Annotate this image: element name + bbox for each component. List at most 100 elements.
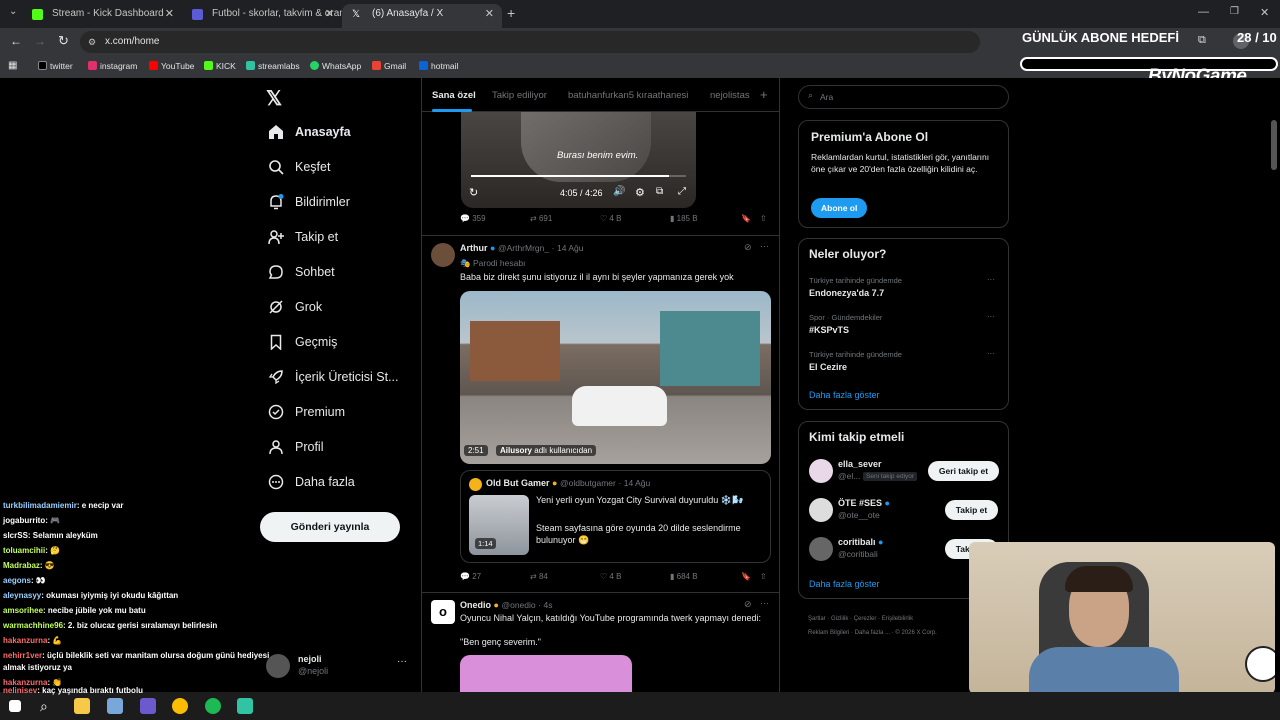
streamlabs-icon bbox=[246, 61, 255, 70]
bookmark-youtube[interactable]: YouTube bbox=[149, 61, 194, 71]
follow-back-button[interactable]: Geri takip et bbox=[928, 461, 999, 481]
more-dots-icon[interactable]: ··· bbox=[760, 598, 769, 608]
trend-item[interactable]: Spor · Gündemdekiler #KSPvTS ··· bbox=[799, 310, 1008, 344]
post-image[interactable] bbox=[460, 655, 632, 692]
bookmark-instagram[interactable]: instagram bbox=[88, 61, 137, 71]
bookmark-icon[interactable]: 🔖 bbox=[741, 572, 751, 581]
window-close-icon[interactable]: ✕ bbox=[1260, 6, 1269, 19]
post-onedio[interactable]: o Onedio ● @onedio · 4s ⊘ ··· Oyuncu Nih… bbox=[422, 593, 779, 692]
minimize-icon[interactable]: — bbox=[1198, 6, 1209, 18]
site-info-icon[interactable]: ⚙ bbox=[88, 31, 96, 53]
more-dots-icon[interactable]: ··· bbox=[760, 241, 769, 251]
video-time-badge: 2:51 bbox=[464, 445, 488, 456]
url-input[interactable]: ⚙ x.com/home bbox=[80, 31, 980, 53]
chat-message: slcrSS: Selamın aleyküm bbox=[3, 531, 98, 540]
views-button[interactable]: ▮ 185 B bbox=[670, 214, 698, 223]
reply-button[interactable]: 💬 27 bbox=[460, 572, 481, 581]
repost-button[interactable]: ⇄ 691 bbox=[530, 214, 552, 223]
quoted-post[interactable]: Old But Gamer ● @oldbutgamer · 14 Ağu 1:… bbox=[460, 470, 771, 563]
bookmark-whatsapp[interactable]: WhatsApp bbox=[310, 61, 361, 71]
forward-icon[interactable]: → bbox=[34, 34, 46, 48]
close-icon[interactable]: ✕ bbox=[485, 4, 494, 24]
bookmark-streamlabs[interactable]: streamlabs bbox=[246, 61, 300, 71]
new-tab-icon[interactable]: + bbox=[507, 5, 515, 21]
bookmark-gmail[interactable]: Gmail bbox=[372, 61, 406, 71]
subscribe-button[interactable]: Abone ol bbox=[811, 198, 868, 218]
post-video[interactable]: 2:51 Ailusory adlı kullanıcıdan bbox=[460, 291, 771, 464]
fullscreen-icon[interactable]: ⤢ bbox=[678, 186, 686, 197]
share-icon[interactable]: ⇧ bbox=[760, 572, 767, 581]
show-more-follow-link[interactable]: Daha fazla göster bbox=[809, 579, 880, 589]
post-actions: 💬 359 ⇄ 691 ♡ 4 B ▮ 185 B 🔖 ⇧ bbox=[422, 214, 779, 228]
tab-list-nejolistas[interactable]: nejolistas bbox=[710, 90, 750, 101]
more-dots-icon[interactable]: ··· bbox=[987, 275, 995, 284]
restore-icon[interactable]: ❐ bbox=[1230, 6, 1239, 17]
extensions-icon[interactable]: ⧉ bbox=[1198, 34, 1206, 47]
footer-link[interactable]: Çerezler bbox=[854, 616, 877, 622]
add-tab-icon[interactable]: + bbox=[760, 87, 768, 102]
app-icon[interactable] bbox=[140, 698, 156, 714]
bookmark-twitter[interactable]: twitter bbox=[38, 61, 73, 71]
windows-start-icon[interactable] bbox=[9, 700, 21, 712]
taskbar-search-icon[interactable]: ⌕ bbox=[40, 698, 56, 714]
bookmark-kick[interactable]: KICK bbox=[204, 61, 236, 71]
subscriber-goal-count: 28 / 10 bbox=[1237, 30, 1277, 45]
pip-icon[interactable]: ⧉ bbox=[656, 186, 663, 197]
tab-search-icon[interactable]: ⌄ bbox=[9, 6, 17, 17]
trend-item[interactable]: Türkiye tarihinde gündemde El Cezire ··· bbox=[799, 347, 1008, 381]
reply-button[interactable]: 💬 359 bbox=[460, 214, 486, 223]
x-logo-icon[interactable]: 𝕏 bbox=[266, 86, 282, 111]
tab-following[interactable]: Takip ediliyor bbox=[492, 90, 547, 101]
reload-icon[interactable]: ↻ bbox=[58, 33, 69, 49]
like-button[interactable]: ♡ 4 B bbox=[600, 214, 621, 223]
bookmark-icon[interactable]: 🔖 bbox=[741, 214, 751, 223]
back-icon[interactable]: ← bbox=[10, 34, 22, 48]
grok-icon[interactable]: ⊘ bbox=[744, 599, 752, 610]
more-dots-icon[interactable]: ··· bbox=[987, 312, 995, 321]
share-icon[interactable]: ⇧ bbox=[760, 214, 767, 223]
tab-title: Stream - Kick Dashboard bbox=[52, 8, 164, 19]
page-scrollbar[interactable] bbox=[1271, 120, 1277, 170]
apps-grid-icon[interactable]: ▦ bbox=[8, 60, 17, 71]
more-dots-icon[interactable]: ··· bbox=[987, 349, 995, 358]
settings-icon[interactable]: ⚙ bbox=[635, 186, 645, 199]
tab-list-kiraathane[interactable]: batuhanfurkan5 kıraathanesi bbox=[568, 90, 688, 101]
tab-for-you[interactable]: Sana özel bbox=[432, 90, 476, 101]
reply-icon: 💬 bbox=[460, 572, 470, 581]
show-more-trends-link[interactable]: Daha fazla göster bbox=[809, 390, 880, 400]
footer-link[interactable]: Reklam Bilgileri bbox=[808, 630, 849, 636]
volume-icon[interactable]: 🔊 bbox=[613, 186, 625, 197]
tab-x-home[interactable]: 𝕏 (6) Anasayfa / X ✕ bbox=[342, 4, 502, 28]
replay-icon[interactable]: ↻ bbox=[469, 186, 478, 199]
like-button[interactable]: ♡ 4 B bbox=[600, 572, 621, 581]
footer-link[interactable]: Şartlar bbox=[808, 616, 826, 622]
close-icon[interactable]: ✕ bbox=[165, 4, 174, 24]
trend-item[interactable]: Türkiye tarihinde gündemde Endonezya'da … bbox=[799, 273, 1008, 307]
grok-icon bbox=[269, 300, 283, 314]
close-icon[interactable]: ✕ bbox=[325, 4, 334, 24]
bookmark-hotmail[interactable]: hotmail bbox=[419, 61, 458, 71]
views-button[interactable]: ▮ 684 B bbox=[670, 572, 698, 581]
video-progress[interactable] bbox=[471, 175, 686, 177]
follow-button[interactable]: Takip et bbox=[945, 500, 998, 520]
app-icon[interactable] bbox=[107, 698, 123, 714]
building-right bbox=[660, 311, 760, 386]
grok-icon[interactable]: ⊘ bbox=[744, 242, 752, 253]
follow-suggestion[interactable]: ÖTE #SES ● @ote__ote Takip et bbox=[799, 495, 1008, 525]
tab-kick-dashboard[interactable]: Stream - Kick Dashboard ✕ bbox=[22, 4, 182, 28]
streamlabs-icon[interactable] bbox=[237, 698, 253, 714]
reply-icon: 💬 bbox=[460, 214, 470, 223]
post-arthur[interactable]: Arthur ● @ArthrMrgn_ · 14 Ağu ⊘ ··· 🎭 Pa… bbox=[422, 236, 779, 591]
search-input[interactable]: ⌕ Ara bbox=[798, 85, 1009, 109]
repost-button[interactable]: ⇄ 84 bbox=[530, 572, 548, 581]
footer-link[interactable]: Gizlilik bbox=[831, 616, 848, 622]
post-actions: 💬 27 ⇄ 84 ♡ 4 B ▮ 684 B 🔖 ⇧ bbox=[422, 572, 779, 586]
video-player[interactable]: Burası benim evim. ↻ 4:05 / 4:26 🔊 ⚙ ⧉ ⤢ bbox=[461, 112, 696, 208]
footer-link[interactable]: Erişilebilirlik bbox=[882, 616, 913, 622]
tab-futbol[interactable]: Futbol - skorlar, takvim & oran ✕ bbox=[182, 4, 342, 28]
chrome-icon[interactable] bbox=[172, 698, 188, 714]
follow-suggestion[interactable]: ella_sever @el... Seni takip ediyor Geri… bbox=[799, 456, 1008, 486]
spotify-icon[interactable] bbox=[205, 698, 221, 714]
footer-link[interactable]: Daha fazla ... bbox=[855, 630, 890, 636]
file-explorer-icon[interactable] bbox=[74, 698, 90, 714]
